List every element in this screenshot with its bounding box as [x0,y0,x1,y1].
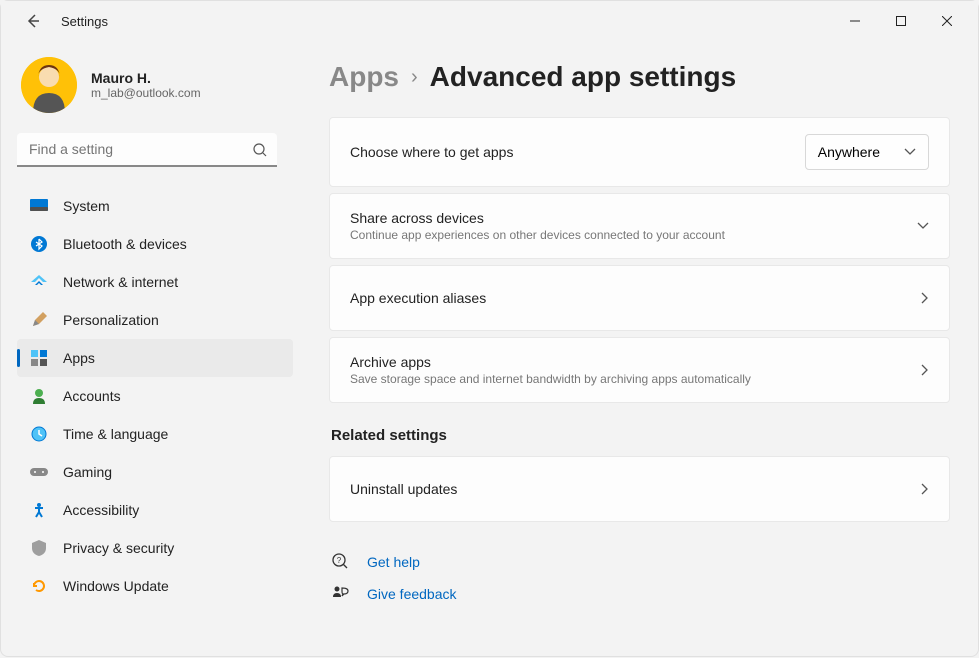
maximize-icon [896,16,906,26]
sidebar-item-bluetooth[interactable]: Bluetooth & devices [17,225,293,263]
nav-list: System Bluetooth & devices Network & int… [17,187,293,605]
breadcrumb: Apps › Advanced app settings [329,61,950,93]
chevron-down-icon [904,148,916,156]
maximize-button[interactable] [878,5,924,37]
page-title: Advanced app settings [430,61,737,93]
titlebar: Settings [1,1,978,41]
card-choose-apps: Choose where to get apps Anywhere [329,117,950,187]
breadcrumb-parent[interactable]: Apps [329,61,399,93]
window-title: Settings [61,14,108,29]
sidebar-item-label: Time & language [63,426,168,442]
accounts-icon [29,386,49,406]
minimize-button[interactable] [832,5,878,37]
share-devices-title: Share across devices [350,210,917,226]
search-box [17,133,277,167]
avatar [21,57,77,113]
row-choose-apps: Choose where to get apps Anywhere [330,118,949,186]
sidebar-item-accounts[interactable]: Accounts [17,377,293,415]
back-arrow-icon [25,13,41,29]
accessibility-icon [29,500,49,520]
profile-email: m_lab@outlook.com [91,86,201,100]
sidebar-item-time[interactable]: Time & language [17,415,293,453]
sidebar-item-privacy[interactable]: Privacy & security [17,529,293,567]
apps-icon [29,348,49,368]
sidebar-item-label: Gaming [63,464,112,480]
get-help-link[interactable]: ? Get help [329,546,950,578]
sidebar-item-label: Accounts [63,388,121,404]
minimize-icon [850,16,860,26]
privacy-icon [29,538,49,558]
sidebar-item-apps[interactable]: Apps [17,339,293,377]
choose-apps-dropdown[interactable]: Anywhere [805,134,929,170]
sidebar-item-gaming[interactable]: Gaming [17,453,293,491]
card-aliases[interactable]: App execution aliases [329,265,950,331]
chevron-right-icon [921,483,929,495]
sidebar-item-system[interactable]: System [17,187,293,225]
network-icon [29,272,49,292]
chevron-right-icon [921,292,929,304]
chevron-right-icon [921,364,929,376]
dropdown-value: Anywhere [818,144,880,160]
sidebar-item-label: Apps [63,350,95,366]
close-button[interactable] [924,5,970,37]
give-feedback-link[interactable]: Give feedback [329,578,950,610]
uninstall-title: Uninstall updates [350,481,921,497]
sidebar-item-label: Windows Update [63,578,169,594]
search-input[interactable] [17,133,277,167]
chevron-down-icon [917,222,929,230]
time-icon [29,424,49,444]
sidebar: Mauro H. m_lab@outlook.com System Blueto… [1,41,301,658]
svg-text:?: ? [337,556,342,565]
sidebar-item-network[interactable]: Network & internet [17,263,293,301]
chevron-right-icon: › [411,66,418,89]
sidebar-item-label: Bluetooth & devices [63,236,187,252]
bluetooth-icon [29,234,49,254]
help-links: ? Get help Give feedback [329,546,950,610]
system-icon [29,196,49,216]
share-devices-sub: Continue app experiences on other device… [350,228,917,242]
give-feedback-text: Give feedback [367,586,457,602]
profile-name: Mauro H. [91,70,201,86]
aliases-title: App execution aliases [350,290,921,306]
get-help-text: Get help [367,554,420,570]
content-area: Apps › Advanced app settings Choose wher… [301,41,978,658]
sidebar-item-accessibility[interactable]: Accessibility [17,491,293,529]
gaming-icon [29,462,49,482]
related-settings-header: Related settings [331,427,950,444]
sidebar-item-label: Personalization [63,312,159,328]
sidebar-item-label: Accessibility [63,502,139,518]
close-icon [942,16,952,26]
search-icon [253,143,267,157]
archive-title: Archive apps [350,354,921,370]
sidebar-item-label: Privacy & security [63,540,174,556]
back-button[interactable] [17,5,49,37]
card-archive[interactable]: Archive apps Save storage space and inte… [329,337,950,403]
profile-block[interactable]: Mauro H. m_lab@outlook.com [17,57,293,113]
card-uninstall-updates[interactable]: Uninstall updates [329,456,950,522]
update-icon [29,576,49,596]
feedback-icon [331,584,351,604]
archive-sub: Save storage space and internet bandwidt… [350,372,921,386]
card-share-devices[interactable]: Share across devices Continue app experi… [329,193,950,259]
choose-apps-title: Choose where to get apps [350,144,805,160]
sidebar-item-personalization[interactable]: Personalization [17,301,293,339]
sidebar-item-label: System [63,198,110,214]
help-icon: ? [331,552,351,572]
sidebar-item-label: Network & internet [63,274,178,290]
personalization-icon [29,310,49,330]
sidebar-item-update[interactable]: Windows Update [17,567,293,605]
